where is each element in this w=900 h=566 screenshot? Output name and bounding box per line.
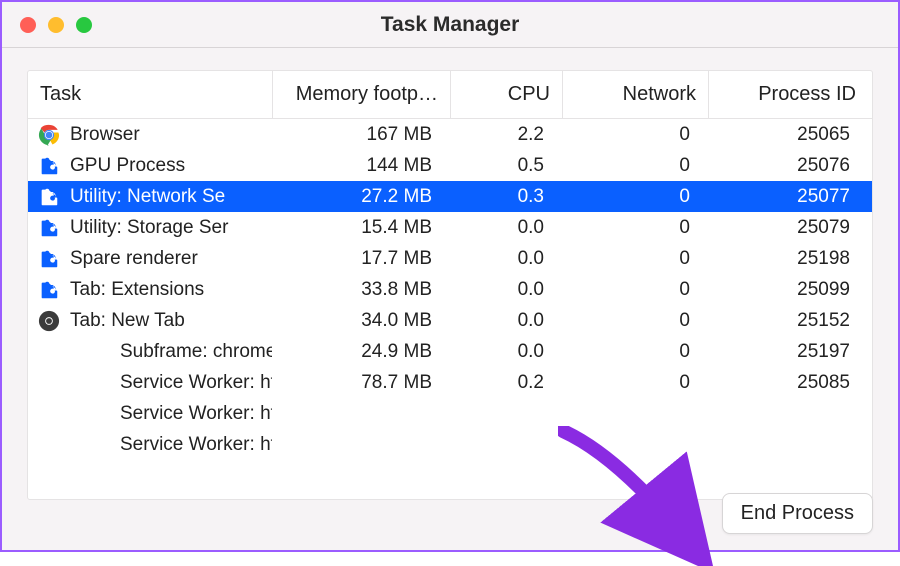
- table-row[interactable]: Browser167 MB2.2025065: [28, 119, 872, 150]
- table-row[interactable]: Utility: Network Se27.2 MB0.3025077: [28, 181, 872, 212]
- table-header-row: Task Memory footp… CPU Network Process I…: [28, 71, 872, 119]
- cell-task: Subframe: chrome-: [28, 341, 272, 363]
- cell-cpu: 0.5: [450, 155, 562, 177]
- table-row[interactable]: GPU Process144 MB0.5025076: [28, 150, 872, 181]
- window-title: Task Manager: [2, 13, 898, 37]
- cell-network: 0: [562, 372, 708, 394]
- cell-memory: 27.2 MB: [272, 186, 450, 208]
- cell-task: Browser: [28, 124, 272, 146]
- cell-network: 0: [562, 186, 708, 208]
- cell-cpu: 0.0: [450, 248, 562, 270]
- cell-memory: 34.0 MB: [272, 310, 450, 332]
- col-task[interactable]: Task: [28, 71, 272, 118]
- extension-icon: [38, 248, 60, 270]
- cell-memory: 167 MB: [272, 124, 450, 146]
- cell-memory: 17.7 MB: [272, 248, 450, 270]
- cell-pid: 25099: [708, 279, 868, 301]
- task-name: Service Worker: htt: [120, 403, 272, 425]
- cell-task: Spare renderer: [28, 248, 272, 270]
- cell-network: 0: [562, 248, 708, 270]
- table-row[interactable]: Subframe: chrome-24.9 MB0.0025197: [28, 336, 872, 367]
- cell-task: Service Worker: htt: [28, 434, 272, 456]
- minimize-window-button[interactable]: [48, 17, 64, 33]
- task-name: Spare renderer: [70, 248, 272, 270]
- cell-cpu: 2.2: [450, 124, 562, 146]
- cell-pid: 25077: [708, 186, 868, 208]
- cell-task: Service Worker: htt: [28, 403, 272, 425]
- cell-network: 0: [562, 124, 708, 146]
- table-body: Browser167 MB2.2025065GPU Process144 MB0…: [28, 119, 872, 460]
- cell-pid: 25079: [708, 217, 868, 239]
- cell-memory: 78.7 MB: [272, 372, 450, 394]
- zoom-window-button[interactable]: [76, 17, 92, 33]
- table-row[interactable]: Tab: New Tab34.0 MB0.0025152: [28, 305, 872, 336]
- chrome-icon: [38, 124, 60, 146]
- task-manager-window: Task Manager Task Memory footp… CPU Netw…: [2, 2, 898, 550]
- cell-pid: 25085: [708, 372, 868, 394]
- cell-network: 0: [562, 217, 708, 239]
- cell-memory: 15.4 MB: [272, 217, 450, 239]
- table-row[interactable]: Tab: Extensions33.8 MB0.0025099: [28, 274, 872, 305]
- task-name: Subframe: chrome-: [120, 341, 272, 363]
- cell-network: 0: [562, 341, 708, 363]
- cell-memory: 33.8 MB: [272, 279, 450, 301]
- task-name: Service Worker: htt: [120, 372, 272, 394]
- cell-pid: 25076: [708, 155, 868, 177]
- extension-icon: [38, 186, 60, 208]
- cell-task: Tab: New Tab: [28, 310, 272, 332]
- task-name: Tab: Extensions: [70, 279, 272, 301]
- cell-pid: 25152: [708, 310, 868, 332]
- cell-pid: 25197: [708, 341, 868, 363]
- cell-cpu: 0.0: [450, 341, 562, 363]
- cell-task: Tab: Extensions: [28, 279, 272, 301]
- task-name: Browser: [70, 124, 272, 146]
- cell-network: 0: [562, 155, 708, 177]
- cell-task: GPU Process: [28, 155, 272, 177]
- extension-icon: [38, 217, 60, 239]
- table-row[interactable]: Utility: Storage Ser15.4 MB0.0025079: [28, 212, 872, 243]
- task-name: GPU Process: [70, 155, 272, 177]
- chrome-gray-icon: [38, 310, 60, 332]
- table-row[interactable]: Service Worker: htt78.7 MB0.2025085: [28, 367, 872, 398]
- process-table: Task Memory footp… CPU Network Process I…: [27, 70, 873, 500]
- cell-pid: 25065: [708, 124, 868, 146]
- close-window-button[interactable]: [20, 17, 36, 33]
- cell-task: Service Worker: htt: [28, 372, 272, 394]
- window-controls: [2, 17, 92, 33]
- titlebar: Task Manager: [2, 2, 898, 48]
- end-process-button[interactable]: End Process: [722, 493, 873, 534]
- content-area: Task Memory footp… CPU Network Process I…: [2, 48, 898, 550]
- cell-cpu: 0.0: [450, 310, 562, 332]
- task-name: Utility: Network Se: [70, 186, 272, 208]
- cell-cpu: 0.0: [450, 279, 562, 301]
- table-row[interactable]: Service Worker: htt: [28, 429, 872, 460]
- cell-cpu: 0.0: [450, 217, 562, 239]
- cell-task: Utility: Storage Ser: [28, 217, 272, 239]
- extension-icon: [38, 155, 60, 177]
- extension-icon: [38, 279, 60, 301]
- task-name: Utility: Storage Ser: [70, 217, 272, 239]
- cell-network: 0: [562, 310, 708, 332]
- cell-pid: 25198: [708, 248, 868, 270]
- cell-network: 0: [562, 279, 708, 301]
- cell-task: Utility: Network Se: [28, 186, 272, 208]
- table-row[interactable]: Spare renderer17.7 MB0.0025198: [28, 243, 872, 274]
- cell-memory: 24.9 MB: [272, 341, 450, 363]
- task-name: Tab: New Tab: [70, 310, 272, 332]
- col-process-id[interactable]: Process ID: [708, 71, 868, 118]
- col-cpu[interactable]: CPU: [450, 71, 562, 118]
- cell-memory: 144 MB: [272, 155, 450, 177]
- table-row[interactable]: Service Worker: htt: [28, 398, 872, 429]
- col-network[interactable]: Network: [562, 71, 708, 118]
- cell-cpu: 0.3: [450, 186, 562, 208]
- cell-cpu: 0.2: [450, 372, 562, 394]
- col-memory[interactable]: Memory footp…: [272, 71, 450, 118]
- task-name: Service Worker: htt: [120, 434, 272, 456]
